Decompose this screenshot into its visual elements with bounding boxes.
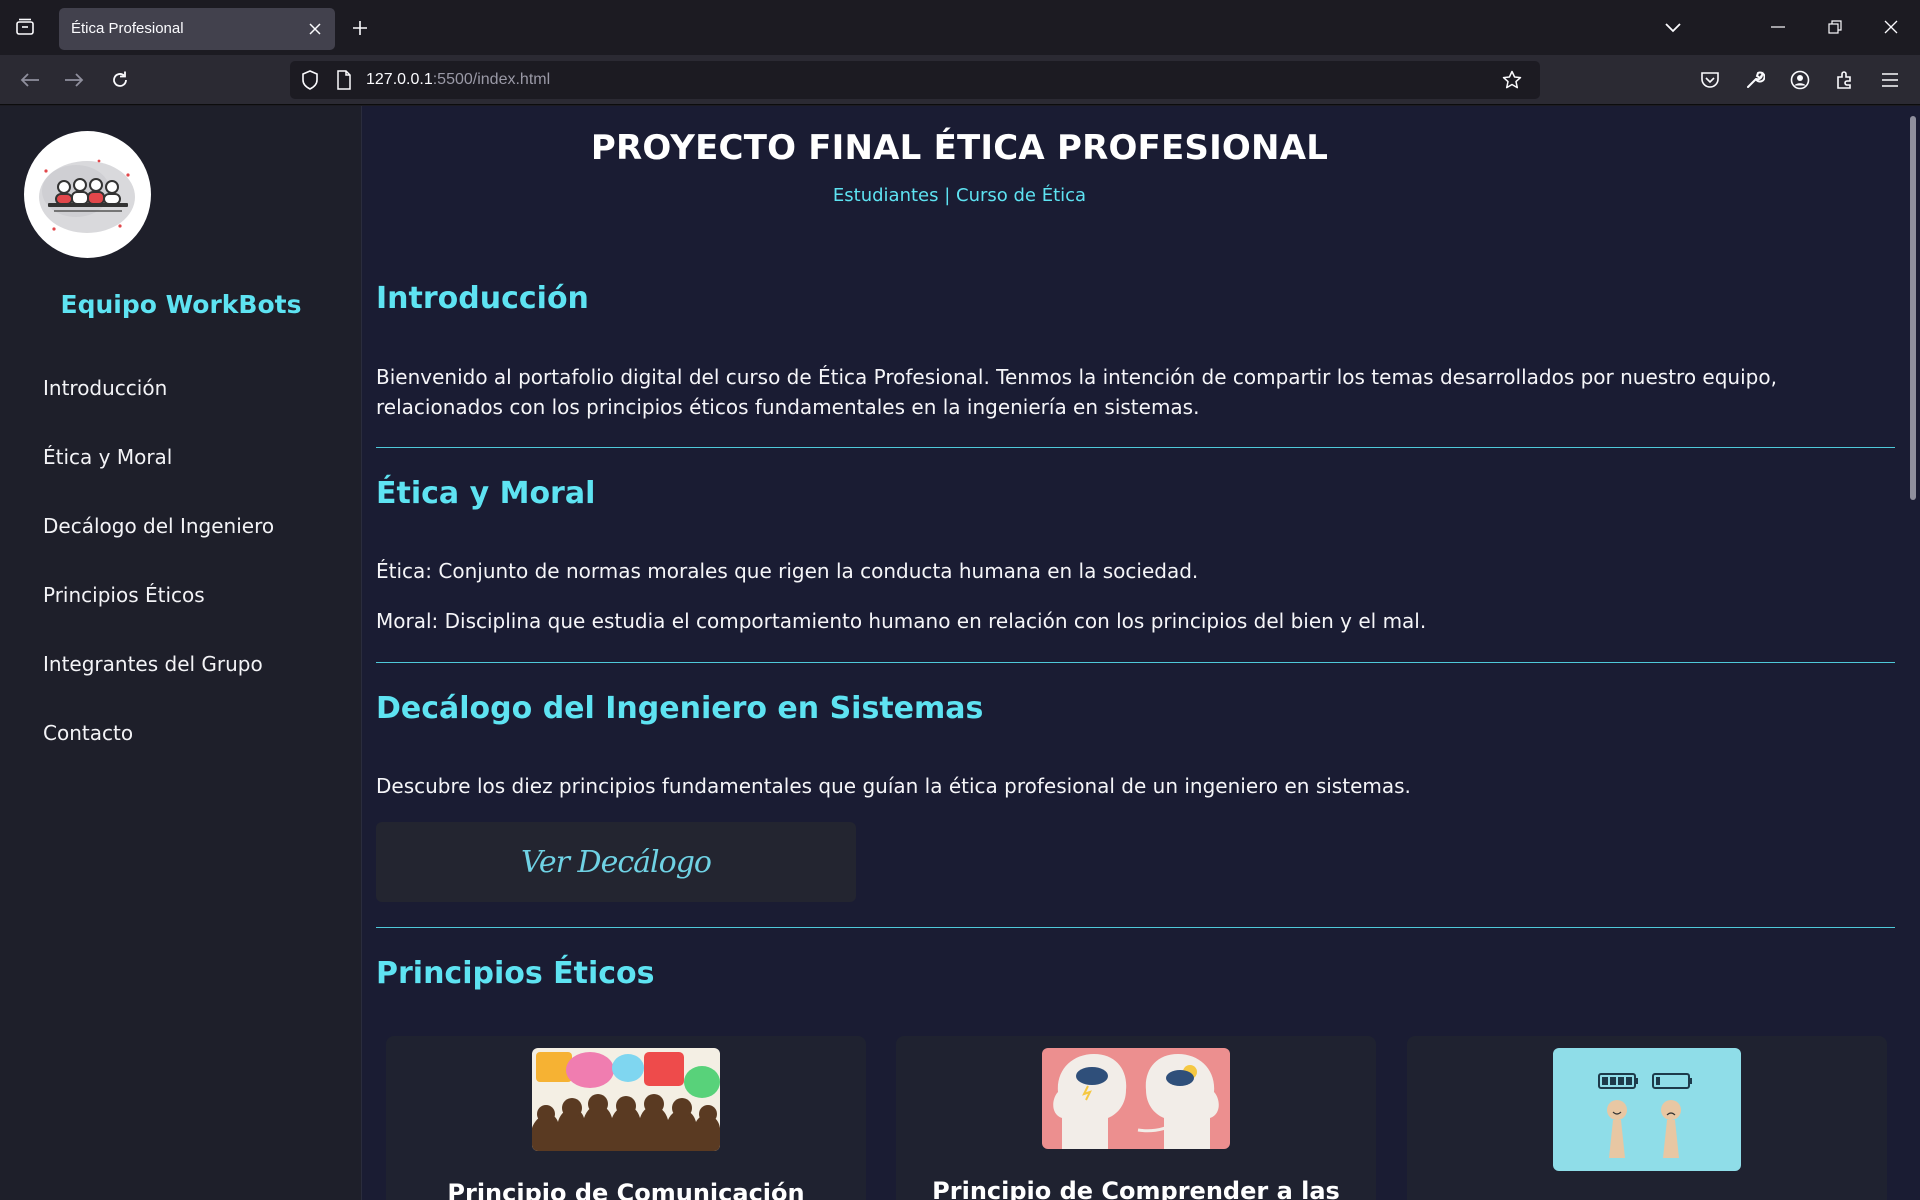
section-divider [376, 927, 1895, 928]
decalogo-heading: Decálogo del Ingeniero en Sistemas [376, 691, 984, 726]
forward-arrow-icon[interactable] [58, 64, 90, 96]
browser-nav-bar: 127.0.0.1:5500/index.html [0, 55, 1920, 105]
sidebar-item-integrantes[interactable]: Integrantes del Grupo [43, 652, 274, 721]
tab-list-icon[interactable] [10, 12, 40, 42]
hamburger-menu-icon[interactable] [1874, 64, 1906, 96]
url-host: 127.0.0.1 [366, 71, 433, 88]
shield-icon[interactable] [298, 68, 322, 92]
card-title: Principio de Comprender a las [932, 1177, 1340, 1200]
battery-figures-image [1553, 1048, 1741, 1171]
ver-decalogo-label: Ver Decálogo [521, 844, 712, 880]
sidebar-nav: Introducción Ética y Moral Decálogo del … [43, 376, 274, 790]
section-divider [376, 662, 1895, 663]
browser-tab[interactable]: Ética Profesional [59, 8, 335, 50]
url-text[interactable]: 127.0.0.1:5500/index.html [366, 71, 550, 89]
url-bar[interactable]: 127.0.0.1:5500/index.html [290, 61, 1540, 99]
restore-icon[interactable] [1815, 10, 1855, 44]
chevron-down-icon[interactable] [1658, 13, 1688, 43]
sidebar-item-introduccion[interactable]: Introducción [43, 376, 274, 445]
account-icon[interactable] [1784, 64, 1816, 96]
decalogo-text: Descubre los diez principios fundamental… [376, 774, 1411, 798]
bookmark-star-icon[interactable] [1500, 68, 1524, 92]
intro-heading: Introducción [376, 281, 589, 316]
principios-heading: Principios Éticos [376, 956, 655, 991]
minimize-icon[interactable] [1758, 10, 1798, 44]
page-title: PROYECTO FINAL ÉTICA PROFESIONAL [590, 128, 1329, 168]
page-subtitle: Estudiantes | Curso de Ética [832, 185, 1087, 206]
main-content: PROYECTO FINAL ÉTICA PROFESIONAL Estudia… [362, 106, 1907, 1200]
sidebar-item-etica-moral[interactable]: Ética y Moral [43, 445, 274, 514]
moral-text: Moral: Disciplina que estudia el comport… [376, 609, 1427, 633]
etica-heading: Ética y Moral [376, 476, 596, 511]
intro-text: Bienvenido al portafolio digital del cur… [376, 365, 1777, 419]
back-arrow-icon[interactable] [14, 64, 46, 96]
page-viewport: Equipo WorkBots Introducción Ética y Mor… [0, 106, 1920, 1200]
browser-tab-bar: Ética Profesional [0, 0, 1920, 55]
principle-card[interactable]: Principio de Comunicación [386, 1036, 866, 1200]
principle-card[interactable]: Principio de Comprender a las [896, 1036, 1376, 1200]
understanding-image [1042, 1048, 1230, 1149]
page-scrollbar[interactable] [1907, 106, 1920, 1200]
extensions-icon[interactable] [1829, 64, 1861, 96]
close-tab-icon[interactable] [303, 17, 327, 41]
team-name: Equipo WorkBots [60, 290, 302, 319]
window-close-icon[interactable] [1871, 10, 1911, 44]
ver-decalogo-button[interactable]: Ver Decálogo [376, 822, 856, 902]
principle-card[interactable] [1407, 1036, 1887, 1200]
pocket-icon[interactable] [1694, 64, 1726, 96]
etica-text: Ética: Conjunto de normas morales que ri… [376, 559, 1199, 583]
sidebar: Equipo WorkBots Introducción Ética y Mor… [0, 106, 362, 1200]
tab-title: Ética Profesional [71, 20, 184, 37]
url-path: :5500/index.html [432, 71, 551, 88]
new-tab-icon[interactable] [345, 13, 375, 43]
sidebar-item-principios[interactable]: Principios Éticos [43, 583, 274, 652]
reload-icon[interactable] [104, 64, 136, 96]
card-title: Principio de Comunicación [447, 1179, 805, 1200]
sidebar-item-decalogo[interactable]: Decálogo del Ingeniero [43, 514, 274, 583]
sidebar-item-contacto[interactable]: Contacto [43, 721, 274, 790]
team-logo [24, 131, 151, 258]
communication-image [532, 1048, 720, 1151]
section-divider [376, 447, 1895, 448]
wrench-icon[interactable] [1739, 64, 1771, 96]
scrollbar-thumb[interactable] [1910, 116, 1916, 500]
page-icon[interactable] [332, 68, 356, 92]
